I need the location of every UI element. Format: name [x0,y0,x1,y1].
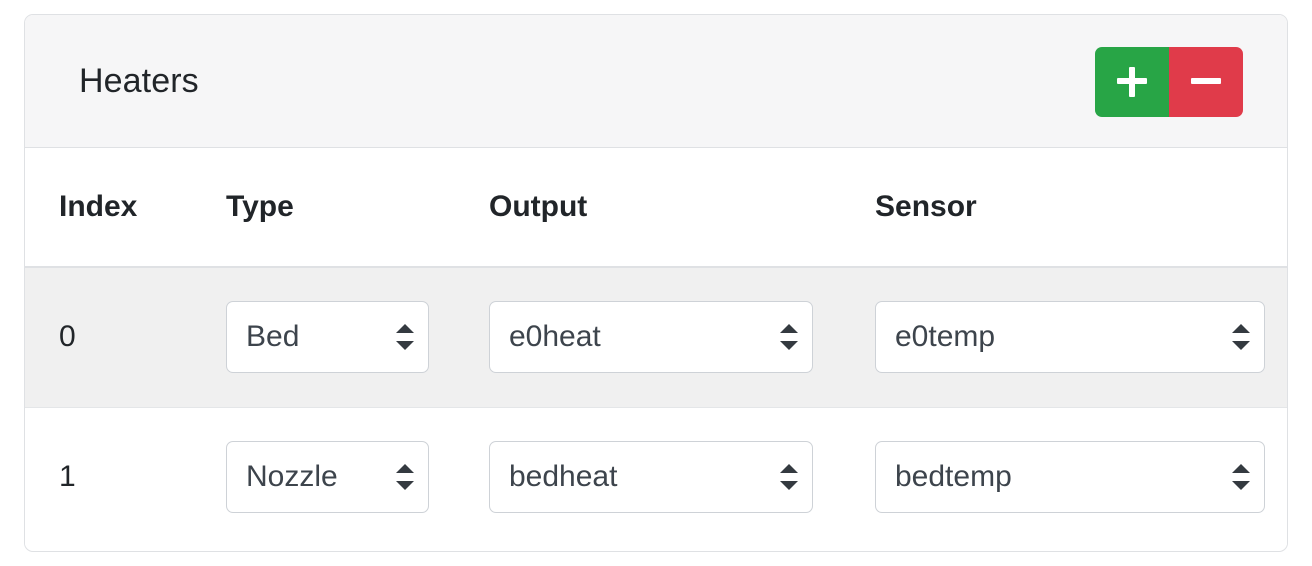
heater-actions-button-group [1095,15,1243,148]
table-body: 0 Bed e0heat e0temp 1 Nozzle bedheat bed… [25,267,1287,547]
heater-type-value-1: Nozzle [246,460,338,494]
column-header-type: Type [192,148,455,268]
cell-type: Bed [192,267,455,408]
column-header-output: Output [455,148,841,268]
column-header-index: Index [25,148,192,268]
heater-index-value: 1 [59,460,76,494]
heaters-table: Index Type Output Sensor 0 Bed e0heat e0… [25,148,1287,547]
heater-type-select-0[interactable]: Bed [226,301,429,374]
chevron-updown-icon [1232,464,1250,491]
heaters-card: Heaters Index Type Output Sensor 0 Bed e… [24,14,1288,552]
heater-sensor-select-1[interactable]: bedtemp [875,441,1265,514]
heater-sensor-select-0[interactable]: e0temp [875,301,1265,374]
heater-output-value-1: bedheat [509,460,618,494]
cell-output: bedheat [455,407,841,547]
table-head: Index Type Output Sensor [25,148,1287,268]
chevron-updown-icon [780,464,798,491]
remove-heater-button[interactable] [1169,46,1243,117]
card-header: Heaters [25,15,1287,148]
chevron-updown-icon [396,324,414,351]
minus-icon [1191,67,1221,97]
column-header-sensor: Sensor [841,148,1287,268]
cell-index: 1 [25,407,192,547]
cell-sensor: bedtemp [841,407,1287,547]
table-header-row: Index Type Output Sensor [25,148,1287,268]
heater-type-value-0: Bed [246,320,300,354]
add-heater-button[interactable] [1095,46,1169,117]
table-row: 0 Bed e0heat e0temp [25,267,1287,408]
heater-output-select-0[interactable]: e0heat [489,301,813,374]
page-title: Heaters [79,62,199,100]
cell-sensor: e0temp [841,267,1287,408]
heater-output-select-1[interactable]: bedheat [489,441,813,514]
chevron-updown-icon [1232,324,1250,351]
heater-sensor-value-1: bedtemp [895,460,1012,494]
heater-type-select-1[interactable]: Nozzle [226,441,429,514]
cell-type: Nozzle [192,407,455,547]
cell-index: 0 [25,267,192,408]
chevron-updown-icon [780,324,798,351]
plus-icon [1117,66,1147,97]
chevron-updown-icon [396,464,414,491]
heater-output-value-0: e0heat [509,320,601,354]
cell-output: e0heat [455,267,841,408]
heater-index-value: 0 [59,320,76,354]
heater-sensor-value-0: e0temp [895,320,996,354]
table-row: 1 Nozzle bedheat bedtemp [25,407,1287,547]
